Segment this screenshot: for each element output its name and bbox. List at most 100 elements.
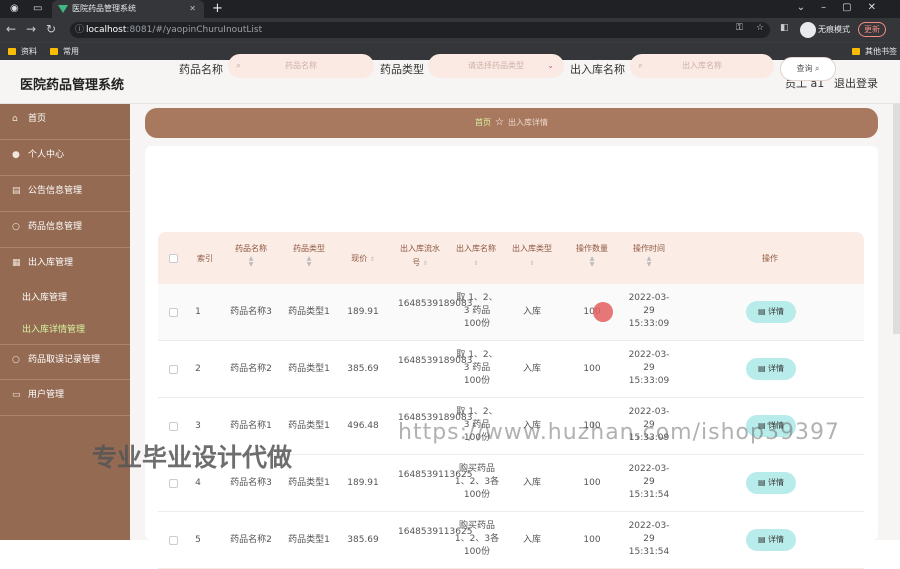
detail-button-label: 详情 bbox=[768, 478, 785, 487]
cell-serial: 1648539113625 bbox=[398, 527, 473, 537]
forward-icon[interactable]: → bbox=[26, 22, 36, 36]
type-label: 药品类型 bbox=[380, 63, 424, 76]
sidebar-item-home[interactable]: ⌂ 首页 bbox=[0, 104, 130, 140]
table-row: 5 药品名称2 药品类型1 385.69 1648539113625 购买药品1、2、3各… bbox=[158, 512, 864, 569]
col-price[interactable]: 现价 ⇕ bbox=[342, 252, 384, 267]
col-name[interactable]: 药品名称 ▲ ▼ bbox=[226, 242, 276, 268]
sort-icon: ⇕ bbox=[529, 260, 535, 267]
row-checkbox[interactable] bbox=[169, 479, 178, 488]
detail-button[interactable]: ▤ 详情 bbox=[746, 529, 796, 551]
name-search-input[interactable]: ⌕ 药品名称 bbox=[228, 54, 374, 78]
other-bookmarks[interactable]: 其他书签 bbox=[852, 46, 897, 57]
cell-name: 药品名称3 bbox=[230, 307, 272, 317]
scrollbar[interactable] bbox=[893, 104, 900, 334]
cell-type: 药品类型1 bbox=[288, 307, 330, 317]
cell-serial: 1648539113625 bbox=[398, 470, 473, 480]
reload-icon[interactable]: ↻ bbox=[46, 22, 56, 36]
bookmark-folder-1[interactable]: 资料 bbox=[8, 46, 37, 57]
cell-inout-type: 入库 bbox=[522, 307, 541, 317]
sort-icon: ▲ ▼ bbox=[248, 255, 254, 268]
browser-menu-icon[interactable]: ◉ bbox=[10, 3, 19, 14]
sidebar-item-users[interactable]: ▭ 用户管理 bbox=[0, 380, 130, 416]
cell-price: 189.91 bbox=[347, 307, 379, 317]
table-header: 索引 药品名称 ▲ ▼ 药品类型 ▲ ▼ 现价 ⇕ 出入库流水号 ⇕ 出入库名称 ⇕ 出… bbox=[158, 232, 864, 284]
sidebar-subitem-inout-detail[interactable]: 出入库详情管理 bbox=[22, 322, 85, 335]
medicine-icon: ○ bbox=[12, 222, 20, 232]
sort-icon: ⇕ bbox=[369, 256, 375, 263]
detail-button[interactable]: ▤ 详情 bbox=[746, 358, 796, 380]
browser-tab-title: 医院药品管理系统 bbox=[72, 4, 136, 13]
cell-time: 2022-03-29 15:31:54 bbox=[628, 464, 670, 500]
sidebar-item-inout[interactable]: ▦ 出入库管理 bbox=[0, 248, 130, 284]
star-icon: ☆ bbox=[495, 117, 504, 128]
cell-index: 5 bbox=[195, 535, 201, 545]
inout-label: 出入库名称 bbox=[570, 63, 625, 76]
browser-tab-strip: ◉ ▭ 医院药品管理系统 ✕ + ⌄–▢✕ bbox=[0, 0, 900, 18]
key-icon[interactable]: ⚿ bbox=[736, 23, 743, 33]
row-checkbox[interactable] bbox=[169, 422, 178, 431]
logout-link[interactable]: 退出登录 bbox=[834, 75, 878, 91]
cell-type: 药品类型1 bbox=[288, 478, 330, 488]
cell-type: 药品类型1 bbox=[288, 535, 330, 545]
tab-overview-icon[interactable]: ▭ bbox=[33, 3, 42, 14]
search-icon: ⌕ bbox=[236, 61, 242, 71]
sidebar-item-notice[interactable]: ▤ 公告信息管理 bbox=[0, 176, 130, 212]
update-button[interactable]: 更新 bbox=[858, 22, 886, 37]
bookmark-folder-2[interactable]: 常用 bbox=[50, 46, 79, 57]
col-serial[interactable]: 出入库流水号 ⇕ bbox=[398, 242, 442, 271]
sort-icon: ▲ ▼ bbox=[646, 255, 652, 268]
col-quantity[interactable]: 操作数量 ▲ ▼ bbox=[566, 242, 618, 268]
cell-index: 2 bbox=[195, 364, 201, 374]
cell-type: 药品类型1 bbox=[288, 421, 330, 431]
sidepanel-icon[interactable]: ◧ bbox=[780, 23, 789, 33]
window-controls[interactable]: ⌄–▢✕ bbox=[797, 2, 892, 13]
home-icon: ⌂ bbox=[12, 114, 18, 124]
url-input[interactable]: ⓘ localhost:8081/#/yaopinChuruInoutList bbox=[70, 22, 770, 38]
folder-icon bbox=[50, 48, 58, 55]
folder-icon bbox=[852, 48, 860, 55]
vue-logo-icon bbox=[58, 5, 68, 13]
sidebar-item-record[interactable]: ○ 药品取误记录管理 bbox=[0, 344, 130, 380]
detail-button[interactable]: ▤ 详情 bbox=[746, 472, 796, 494]
cell-quantity: 100 bbox=[583, 364, 601, 374]
col-inout-type[interactable]: 出入库类型 ⇕ bbox=[510, 242, 554, 271]
row-checkbox[interactable] bbox=[169, 365, 178, 374]
sidebar-item-medicine[interactable]: ○ 药品信息管理 bbox=[0, 212, 130, 248]
sidebar-item-profile[interactable]: ● 个人中心 bbox=[0, 140, 130, 176]
col-inout-name[interactable]: 出入库名称 ⇕ bbox=[454, 242, 498, 271]
inout-search-input[interactable]: ⌕ 出入库名称 bbox=[630, 54, 774, 78]
select-all-checkbox[interactable] bbox=[169, 254, 178, 263]
col-time[interactable]: 操作时间 ▲ ▼ bbox=[624, 242, 674, 268]
cell-price: 385.69 bbox=[347, 364, 379, 374]
sort-icon: ⇕ bbox=[422, 260, 428, 267]
row-checkbox[interactable] bbox=[169, 308, 178, 317]
close-tab-icon[interactable]: ✕ bbox=[189, 0, 196, 18]
cell-name: 药品名称3 bbox=[230, 478, 272, 488]
incognito-label: 无痕模式 bbox=[818, 25, 850, 34]
star-icon[interactable]: ☆ bbox=[756, 23, 764, 33]
sidebar-subitem-inout[interactable]: 出入库管理 bbox=[22, 290, 67, 303]
type-select[interactable]: 请选择药品类型 ⌄ bbox=[428, 54, 564, 78]
incognito-icon[interactable] bbox=[800, 22, 816, 38]
breadcrumb-home[interactable]: 首页 bbox=[475, 118, 491, 127]
search-icon: ⌕ bbox=[815, 64, 820, 73]
notice-icon: ▤ bbox=[12, 186, 21, 196]
back-icon[interactable]: ← bbox=[6, 22, 16, 36]
cell-inout-name: 取 1、2、3 药品 100份 bbox=[456, 350, 498, 386]
cell-inout-type: 入库 bbox=[522, 478, 541, 488]
detail-button[interactable]: ▤ 详情 bbox=[746, 301, 796, 323]
warehouse-icon: ▦ bbox=[12, 258, 21, 268]
browser-tab[interactable]: 医院药品管理系统 ✕ bbox=[52, 0, 204, 18]
cell-inout-type: 入库 bbox=[522, 535, 541, 545]
cell-inout-name: 购买药品1、2、3各100份 bbox=[454, 464, 500, 500]
url-host: localhost bbox=[86, 25, 127, 35]
breadcrumb: 首页 ☆ 出入库详情 bbox=[145, 108, 878, 138]
col-action: 操作 bbox=[762, 254, 778, 263]
new-tab-icon[interactable]: + bbox=[212, 1, 223, 16]
user-icon: ● bbox=[12, 150, 20, 160]
mouse-cursor-indicator bbox=[593, 302, 613, 322]
query-button[interactable]: 查询 ⌕ bbox=[780, 57, 836, 81]
col-type[interactable]: 药品类型 ▲ ▼ bbox=[284, 242, 334, 268]
row-checkbox[interactable] bbox=[169, 536, 178, 545]
app-title: 医院药品管理系统 bbox=[20, 78, 125, 93]
